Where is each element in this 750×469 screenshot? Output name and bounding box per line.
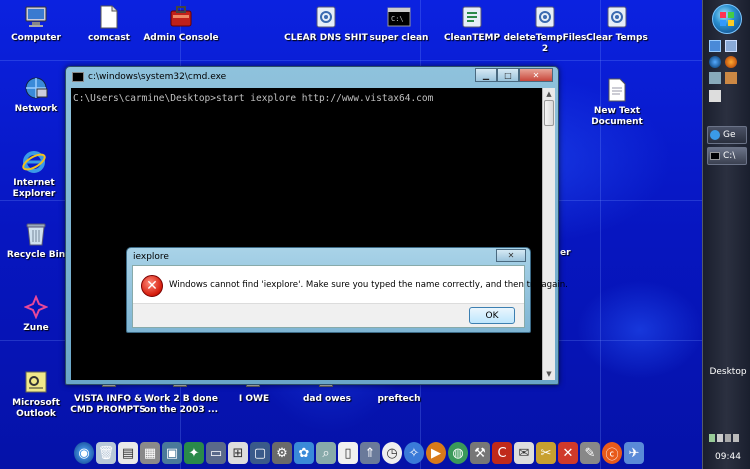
error-icon: ✕ <box>141 275 163 297</box>
ie-quicklaunch-icon[interactable] <box>709 56 721 68</box>
quicklaunch-doc-icon[interactable] <box>709 90 721 102</box>
scroll-down-icon[interactable]: ▼ <box>543 368 555 380</box>
network-icon <box>22 74 50 102</box>
error-dialog[interactable]: iexplore ✕ ✕ Windows cannot find 'iexplo… <box>126 247 568 333</box>
dock-calculator-icon[interactable]: ▦ <box>140 442 160 464</box>
tray-app2-icon[interactable] <box>733 434 739 442</box>
tray-volume-icon[interactable] <box>709 434 715 442</box>
desktop-label[interactable]: Desktop <box>705 367 750 377</box>
dock-gear-icon[interactable]: ⚙ <box>272 442 292 464</box>
cmd-icon <box>710 152 720 160</box>
dock-media-icon[interactable]: ▶ <box>426 442 446 464</box>
taskbar-item-label: Ge <box>723 130 736 140</box>
cmd-window-controls: ▁ □ ✕ <box>475 68 553 82</box>
toolbox-icon <box>167 3 195 31</box>
switch-windows-icon[interactable] <box>725 40 737 52</box>
dock-window-icon[interactable]: ▭ <box>206 442 226 464</box>
close-button[interactable]: ✕ <box>519 68 553 82</box>
dock-search-icon[interactable]: ⌕ <box>316 442 336 464</box>
desktop-icon-super-clean[interactable]: C:\ super clean <box>357 3 441 44</box>
dock-app-icon[interactable]: ▣ <box>162 442 182 464</box>
tray-app-icon[interactable] <box>725 434 731 442</box>
cmd-icon <box>72 72 84 82</box>
taskbar-item-label: C:\ <box>723 151 736 161</box>
cmd-window[interactable]: c:\windows\system32\cmd.exe ▁ □ ✕ C:\Use… <box>65 66 559 385</box>
desktop-icon-admin-console[interactable]: Admin Console <box>139 3 223 44</box>
document-icon <box>95 3 123 31</box>
dock-paper-icon[interactable]: ▯ <box>338 442 358 464</box>
clock[interactable]: 09:44 <box>705 452 750 462</box>
console-line: C:\Users\carmine\Desktop>start iexplore … <box>73 93 434 104</box>
dialog-close-button[interactable]: ✕ <box>496 249 526 262</box>
dock-plane-icon[interactable]: ✈ <box>624 442 644 464</box>
firefox-icon[interactable] <box>725 56 737 68</box>
tray-network-icon[interactable] <box>717 434 723 442</box>
desktop-icon-new-text-document[interactable]: New Text Document <box>575 76 659 128</box>
dock-browser-icon[interactable]: ⓒ <box>602 442 622 464</box>
dock-mail-icon[interactable]: ✉ <box>514 442 534 464</box>
error-message: Windows cannot find 'iexplore'. Make sur… <box>169 280 568 290</box>
vertical-scrollbar[interactable]: ▲ ▼ <box>542 88 555 380</box>
ie-icon <box>710 130 720 140</box>
maximize-button[interactable]: □ <box>497 68 519 82</box>
script-icon <box>531 3 559 31</box>
desktop-icon-clear-temps[interactable]: Clear Temps <box>575 3 659 44</box>
scroll-up-icon[interactable]: ▲ <box>543 88 555 100</box>
desktop-icon-clear-dns[interactable]: CLEAR DNS SHIT <box>284 3 368 44</box>
outlook-icon <box>22 368 50 396</box>
dock-recycle-bin-icon[interactable]: 🗑 <box>96 442 116 464</box>
quicklaunch-app-icon[interactable] <box>709 72 721 84</box>
dock-safari-icon[interactable]: ✧ <box>404 442 424 464</box>
taskbar-item-cmd[interactable]: C:\ <box>707 147 747 165</box>
dock-grid-icon[interactable]: ⊞ <box>228 442 248 464</box>
console-output[interactable]: C:\Users\carmine\Desktop>start iexplore … <box>71 88 542 380</box>
desktop-icon-cleantemp[interactable]: CleanTEMP <box>430 3 514 44</box>
dock-monitor-icon[interactable]: ▢ <box>250 442 270 464</box>
dock-tools-icon[interactable]: ✂ <box>536 442 556 464</box>
minimize-button[interactable]: ▁ <box>475 68 497 82</box>
ok-button[interactable]: OK <box>469 307 515 324</box>
cmd-window-title: c:\windows\system32\cmd.exe <box>88 72 227 82</box>
computer-icon <box>22 3 50 31</box>
dock-globe-icon[interactable]: ◍ <box>448 442 468 464</box>
script-icon <box>312 3 340 31</box>
ie-icon <box>20 148 48 176</box>
cmd-icon: C:\ <box>385 3 413 31</box>
dialog-button-strip: OK <box>133 303 524 327</box>
script-icon <box>603 3 631 31</box>
sidebar: Ge C:\ Desktop 09:44 <box>702 0 750 469</box>
dock-tools2-icon[interactable]: ✎ <box>580 442 600 464</box>
show-desktop-icon[interactable] <box>709 40 721 52</box>
dialog-body: ✕ Windows cannot find 'iexplore'. Make s… <box>132 265 568 328</box>
dock-orb-icon[interactable]: ◉ <box>74 442 94 464</box>
tray-icons <box>709 434 739 442</box>
dock-rocket-icon[interactable]: ⇑ <box>360 442 380 464</box>
dock-document-icon[interactable]: ▤ <box>118 442 138 464</box>
dock-bar: ◉ 🗑 ▤ ▦ ▣ ✦ ▭ ⊞ ▢ ⚙ ✿ ⌕ ▯ ⇑ ◷ ✧ ▶ ◍ ⚒ C … <box>70 437 688 469</box>
dock-pickaxe-icon[interactable]: ⚒ <box>470 442 490 464</box>
dock-close-icon[interactable]: ✕ <box>558 442 578 464</box>
dialog-title: iexplore <box>133 252 169 262</box>
script-icon <box>458 3 486 31</box>
partial-icon-label: er <box>560 248 571 258</box>
scroll-thumb[interactable] <box>544 100 554 126</box>
dock-clock-icon[interactable]: ◷ <box>382 442 402 464</box>
taskbar-item-ie[interactable]: Ge <box>707 126 747 144</box>
quicklaunch-media-icon[interactable] <box>725 72 737 84</box>
zune-icon <box>22 293 50 321</box>
recycle-bin-icon <box>22 220 50 248</box>
svg-text:C:\: C:\ <box>391 15 404 23</box>
text-file-icon <box>603 76 631 104</box>
dock-cmd-icon[interactable]: C <box>492 442 512 464</box>
dock-puzzle-icon[interactable]: ✦ <box>184 442 204 464</box>
start-orb-icon[interactable] <box>712 4 742 34</box>
dock-butterfly-icon[interactable]: ✿ <box>294 442 314 464</box>
